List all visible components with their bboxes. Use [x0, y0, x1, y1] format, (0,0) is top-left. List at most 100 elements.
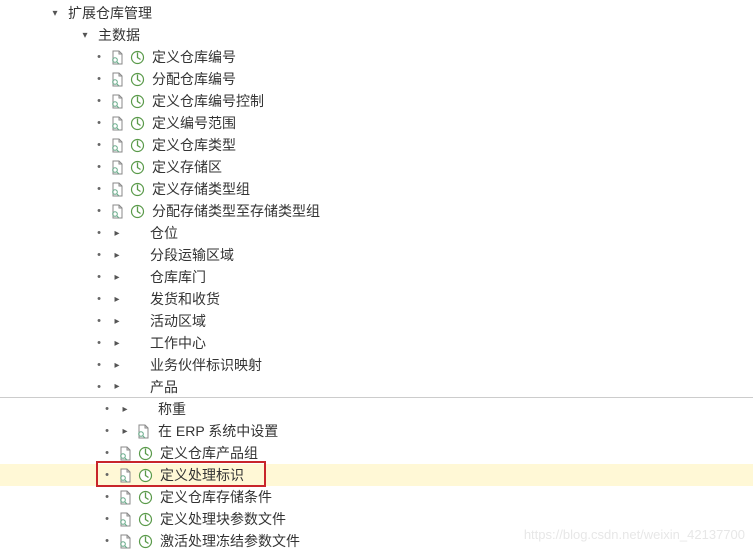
tree-item-label[interactable]: 分配存储类型至存储类型组: [148, 201, 324, 221]
bullet-icon: •: [98, 535, 116, 547]
activity-icon[interactable]: [128, 158, 146, 176]
tree-item-label[interactable]: 定义处理块参数文件: [156, 509, 290, 529]
bullet-icon: •: [90, 161, 108, 173]
bullet-icon: •: [90, 117, 108, 129]
tree-item-label[interactable]: 定义存储区: [148, 157, 226, 177]
bullet-icon: •: [90, 227, 108, 239]
tree-item[interactable]: • 分配存储类型至存储类型组: [0, 200, 753, 222]
document-icon: [108, 202, 126, 220]
tree-item[interactable]: •定义存储类型组: [0, 178, 753, 200]
tree-item-label[interactable]: 活动区域: [146, 311, 210, 331]
expand-icon[interactable]: ▸: [108, 381, 126, 392]
tree-item[interactable]: •▸ 业务伙伴标识映射: [0, 354, 753, 376]
tree-item-label[interactable]: 定义存储类型组: [148, 179, 254, 199]
bullet-icon: •: [98, 403, 116, 415]
expand-icon[interactable]: ▸: [116, 426, 134, 437]
tree-item[interactable]: •定义处理标识: [0, 464, 753, 486]
document-icon: [108, 180, 126, 198]
tree-item[interactable]: • 定义仓库编号控制: [0, 90, 753, 112]
activity-icon[interactable]: [128, 114, 146, 132]
tree-item[interactable]: •▸ 分段运输区域: [0, 244, 753, 266]
bullet-icon: •: [90, 293, 108, 305]
tree-item-label[interactable]: 定义编号范围: [148, 113, 240, 133]
expand-icon[interactable]: ▸: [108, 360, 126, 371]
bullet-icon: •: [98, 447, 116, 459]
tree-item-label[interactable]: 定义仓库编号: [148, 47, 240, 67]
tree-item-label[interactable]: 定义仓库存储条件: [156, 487, 276, 507]
tree-item[interactable]: • 定义仓库产品组: [0, 442, 753, 464]
tree-item-label[interactable]: 激活处理冻结参数文件: [156, 531, 304, 551]
document-icon: [134, 422, 152, 440]
activity-icon[interactable]: [136, 510, 154, 528]
tree-item[interactable]: •▸ 仓位: [0, 222, 753, 244]
tree-item[interactable]: •▸ 在 ERP 系统中设置: [0, 420, 753, 442]
bullet-icon: •: [98, 425, 116, 437]
bullet-icon: •: [90, 249, 108, 261]
tree-item-label[interactable]: 定义仓库类型: [148, 135, 240, 155]
expand-icon[interactable]: ▸: [116, 404, 134, 415]
bullet-icon: •: [98, 491, 116, 503]
tree-item-label[interactable]: 仓库库门: [146, 267, 210, 287]
tree-item[interactable]: •▸ 工作中心: [0, 332, 753, 354]
bullet-icon: •: [90, 205, 108, 217]
activity-icon[interactable]: [128, 202, 146, 220]
document-icon: [108, 92, 126, 110]
activity-icon[interactable]: [128, 180, 146, 198]
watermark: https://blog.csdn.net/weixin_42137700: [524, 527, 745, 542]
expand-icon[interactable]: ▸: [108, 294, 126, 305]
node-label[interactable]: 扩展仓库管理: [64, 3, 156, 23]
collapse-icon[interactable]: ▾: [46, 8, 64, 19]
activity-icon[interactable]: [128, 48, 146, 66]
tree-item-label[interactable]: 称重: [154, 399, 190, 419]
tree-item-label[interactable]: 业务伙伴标识映射: [146, 355, 266, 375]
collapse-icon[interactable]: ▾: [76, 30, 94, 41]
tree-item-label[interactable]: 产品: [146, 377, 182, 397]
expand-icon[interactable]: ▸: [108, 272, 126, 283]
tree-item-label[interactable]: 在 ERP 系统中设置: [154, 421, 282, 441]
tree-item[interactable]: •▸ 发货和收货: [0, 288, 753, 310]
expand-icon[interactable]: ▸: [108, 250, 126, 261]
activity-icon[interactable]: [136, 444, 154, 462]
expand-icon[interactable]: ▸: [108, 316, 126, 327]
tree-item[interactable]: •▸产品: [0, 376, 753, 398]
bullet-icon: •: [90, 359, 108, 371]
activity-icon[interactable]: [136, 488, 154, 506]
tree-item[interactable]: •▸仓库库门: [0, 266, 753, 288]
tree-item[interactable]: •▸ 称重: [0, 398, 753, 420]
tree-item-label[interactable]: 定义仓库编号控制: [148, 91, 268, 111]
document-icon: [108, 48, 126, 66]
activity-icon[interactable]: [136, 532, 154, 550]
tree-root: ▾ 扩展仓库管理 ▾ 主数据 •定义仓库编号•分配仓库编号•定义仓库编号控制•定…: [0, 0, 753, 552]
tree-item[interactable]: • 分配仓库编号: [0, 68, 753, 90]
bullet-icon: •: [90, 337, 108, 349]
expand-icon[interactable]: ▸: [108, 338, 126, 349]
bullet-icon: •: [90, 95, 108, 107]
activity-icon[interactable]: [128, 70, 146, 88]
activity-icon[interactable]: [128, 136, 146, 154]
tree-item[interactable]: •▸活动区域: [0, 310, 753, 332]
tree-item[interactable]: • 定义存储区: [0, 156, 753, 178]
tree-item-label[interactable]: 仓位: [146, 223, 182, 243]
document-icon: [108, 136, 126, 154]
document-icon: [108, 114, 126, 132]
activity-icon[interactable]: [136, 466, 154, 484]
activity-icon[interactable]: [128, 92, 146, 110]
bullet-icon: •: [90, 73, 108, 85]
tree-item-label[interactable]: 分段运输区域: [146, 245, 238, 265]
document-icon: [116, 532, 134, 550]
tree-node-child[interactable]: ▾ 主数据: [0, 24, 753, 46]
tree-item[interactable]: • 定义编号范围: [0, 112, 753, 134]
document-icon: [116, 444, 134, 462]
expand-icon[interactable]: ▸: [108, 228, 126, 239]
tree-item-label[interactable]: 工作中心: [146, 333, 210, 353]
tree-item-label[interactable]: 定义仓库产品组: [156, 443, 262, 463]
tree-node-root[interactable]: ▾ 扩展仓库管理: [0, 2, 753, 24]
node-label[interactable]: 主数据: [94, 25, 144, 45]
tree-item[interactable]: •定义仓库编号: [0, 46, 753, 68]
tree-item[interactable]: •定义仓库类型: [0, 134, 753, 156]
tree-item-label[interactable]: 定义处理标识: [156, 465, 248, 485]
tree-item-label[interactable]: 发货和收货: [146, 289, 224, 309]
tree-item-label[interactable]: 分配仓库编号: [148, 69, 240, 89]
document-icon: [116, 466, 134, 484]
tree-item[interactable]: • 定义仓库存储条件: [0, 486, 753, 508]
